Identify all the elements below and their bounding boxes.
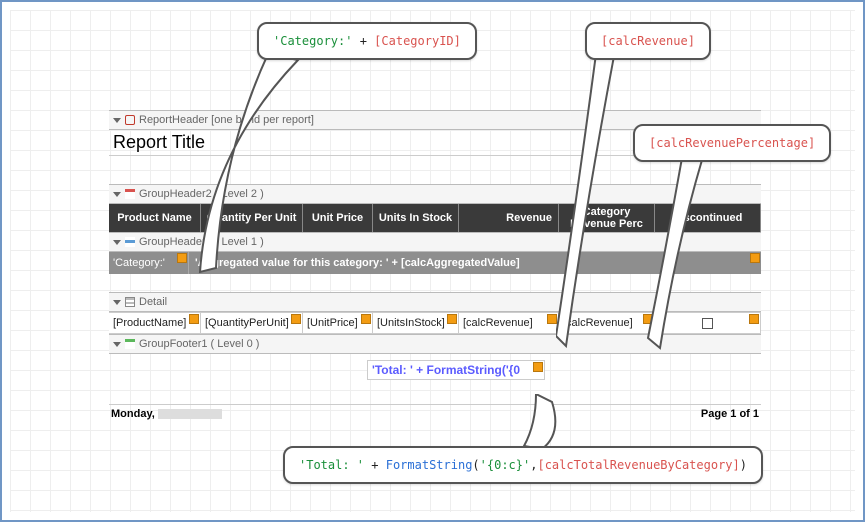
tok-operator: + — [364, 458, 386, 472]
expand-toggle-icon[interactable] — [113, 300, 121, 305]
band-label: GroupHeader2 ( Level 2 ) — [139, 188, 264, 200]
tok-string: 'Category:' — [273, 34, 352, 48]
tok-paren: ) — [740, 458, 747, 472]
group-header-icon — [125, 237, 135, 247]
cell-product-name[interactable]: [ProductName] — [109, 313, 201, 333]
col-discontinued[interactable]: Discontinued — [655, 204, 761, 232]
field-binding: [UnitsInStock] — [377, 317, 445, 329]
smart-tag-icon[interactable] — [189, 314, 199, 324]
tok-operator: + — [352, 34, 374, 48]
cell-calc-revenue-perc[interactable]: [calcRevenue] — [559, 313, 655, 333]
page-footer-left: Monday, — [111, 408, 222, 420]
cell-units-in-stock[interactable]: [UnitsInStock] — [373, 313, 459, 333]
band-group-footer-1[interactable]: GroupFooter1 ( Level 0 ) — [109, 334, 761, 354]
tok-string: 'Total: ' — [299, 458, 364, 472]
detail-row[interactable]: [ProductName] [QuantityPerUnit] [UnitPri… — [109, 312, 761, 334]
aggregated-cell[interactable]: 'Aggregated value for this category: ' +… — [189, 252, 761, 274]
callout-calc-revenue: [calcRevenue] — [585, 22, 711, 60]
col-unit-price[interactable]: Unit Price — [303, 204, 373, 232]
group-header-icon — [125, 189, 135, 199]
field-binding: [UnitPrice] — [307, 317, 358, 329]
column-header-row[interactable]: Product Name Quantity Per Unit Unit Pric… — [109, 204, 761, 232]
tok-field: [calcTotalRevenueByCategory] — [537, 458, 739, 472]
tok-field: [calcRevenue] — [601, 34, 695, 48]
callout-total: 'Total: ' + FormatString('{0:c}',[calcTo… — [283, 446, 763, 484]
col-units-in-stock[interactable]: Units In Stock — [373, 204, 459, 232]
aggregated-expression: 'Aggregated value for this category: ' +… — [195, 257, 520, 269]
cell-unit-price[interactable]: [UnitPrice] — [303, 313, 373, 333]
tok-field: [calcRevenuePercentage] — [649, 136, 815, 150]
band-group-header-2[interactable]: GroupHeader2 ( Level 2 ) — [109, 184, 761, 204]
total-expression: 'Total: ' + FormatString('{0 — [372, 363, 520, 377]
group-header-1-row[interactable]: 'Category:' 'Aggregated value for this c… — [109, 252, 761, 274]
smart-tag-icon[interactable] — [750, 253, 760, 263]
expand-toggle-icon[interactable] — [113, 342, 121, 347]
expand-toggle-icon[interactable] — [113, 118, 121, 123]
tok-function: FormatString — [386, 458, 473, 472]
footer-total-cell[interactable]: 'Total: ' + FormatString('{0 — [367, 360, 545, 380]
field-binding: [calcRevenue] — [463, 317, 533, 329]
smart-tag-icon[interactable] — [291, 314, 301, 324]
field-binding: [ProductName] — [113, 317, 186, 329]
band-label: GroupHeader1 ( Level 1 ) — [139, 236, 264, 248]
callout-calc-revenue-perc: [calcRevenuePercentage] — [633, 124, 831, 162]
tok-paren: ( — [472, 458, 479, 472]
report-header-icon — [125, 115, 135, 125]
date-label: Monday, — [111, 408, 155, 420]
band-group-header-1[interactable]: GroupHeader1 ( Level 1 ) — [109, 232, 761, 252]
detail-icon — [125, 297, 135, 307]
col-qty-per-unit[interactable]: Quantity Per Unit — [201, 204, 303, 232]
smart-tag-icon[interactable] — [643, 314, 653, 324]
col-revenue[interactable]: Revenue — [459, 204, 559, 232]
cell-calc-revenue[interactable]: [calcRevenue] — [459, 313, 559, 333]
field-binding: [calcRevenue] — [563, 317, 633, 329]
smart-tag-icon[interactable] — [547, 314, 557, 324]
smart-tag-icon[interactable] — [749, 314, 759, 324]
band-label: Detail — [139, 296, 167, 308]
group-footer-icon — [125, 339, 135, 349]
redacted-text — [158, 409, 222, 419]
tok-field: [CategoryID] — [374, 34, 461, 48]
field-binding: [QuantityPerUnit] — [205, 317, 289, 329]
band-detail[interactable]: Detail — [109, 292, 761, 312]
smart-tag-icon[interactable] — [177, 253, 187, 263]
checkbox-icon — [702, 318, 713, 329]
cell-discontinued[interactable] — [655, 313, 761, 333]
page-footer-right: Page 1 of 1 — [701, 408, 759, 420]
smart-tag-icon[interactable] — [533, 362, 543, 372]
page-footer: Monday, Page 1 of 1 — [109, 404, 761, 422]
col-revenue-perc[interactable]: Category Revenue Perc — [559, 204, 655, 232]
category-expression: 'Category:' — [113, 257, 165, 269]
callout-category: 'Category:' + [CategoryID] — [257, 22, 477, 60]
cell-qty-per-unit[interactable]: [QuantityPerUnit] — [201, 313, 303, 333]
category-cell[interactable]: 'Category:' — [109, 252, 189, 274]
tok-string: '{0:c}' — [480, 458, 531, 472]
expand-toggle-icon[interactable] — [113, 192, 121, 197]
expand-toggle-icon[interactable] — [113, 240, 121, 245]
col-product-name[interactable]: Product Name — [109, 204, 201, 232]
band-label: GroupFooter1 ( Level 0 ) — [139, 338, 259, 350]
smart-tag-icon[interactable] — [361, 314, 371, 324]
band-label: ReportHeader [one band per report] — [139, 114, 314, 126]
smart-tag-icon[interactable] — [447, 314, 457, 324]
